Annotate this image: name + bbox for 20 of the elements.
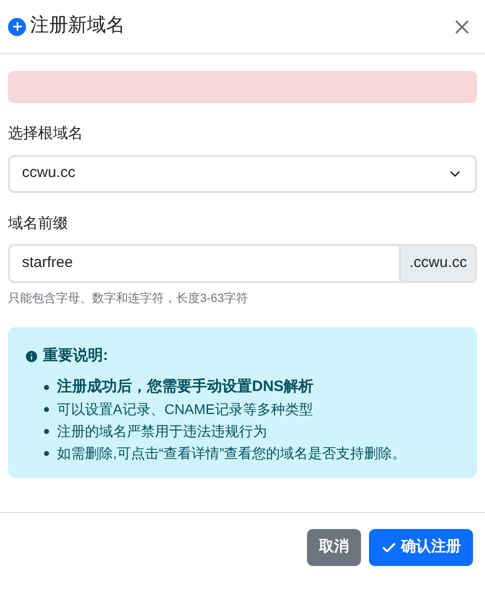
help-text: 只能包含字母、数字和连字符，长度3-63字符 xyxy=(8,290,250,307)
dialog-title: 注册新域名 xyxy=(30,14,125,38)
bullet-icon xyxy=(44,406,49,412)
cancel-button[interactable]: 取消 xyxy=(307,529,361,566)
confirm-button[interactable]: 确认注册 xyxy=(369,529,473,566)
domain-suffix: .ccwu.cc xyxy=(401,244,477,283)
notice-item: 可以设置A记录、CNAME记录等多种类型 xyxy=(57,400,313,418)
bullet-icon xyxy=(44,450,49,456)
field-label: 域名前缀 xyxy=(8,214,69,234)
notice-item: 注册成功后，您需要手动设置DNS解析 xyxy=(57,376,314,396)
notice-item: 如需删除,可点击“查看详情”查看您的域名是否支持删除。 xyxy=(57,444,406,462)
bullet-icon xyxy=(44,428,49,434)
plus-icon xyxy=(8,18,26,36)
field-label: 选择根域名 xyxy=(8,124,84,144)
prefix-input[interactable]: starfree xyxy=(8,244,402,283)
notice-item: 注册的域名严禁用于违法违规行为 xyxy=(57,422,267,440)
bullet-icon xyxy=(44,384,49,390)
notice-title: 重要说明: xyxy=(43,346,108,366)
info-icon xyxy=(24,348,39,364)
domain-select[interactable]: ccwu.cc xyxy=(8,154,477,192)
